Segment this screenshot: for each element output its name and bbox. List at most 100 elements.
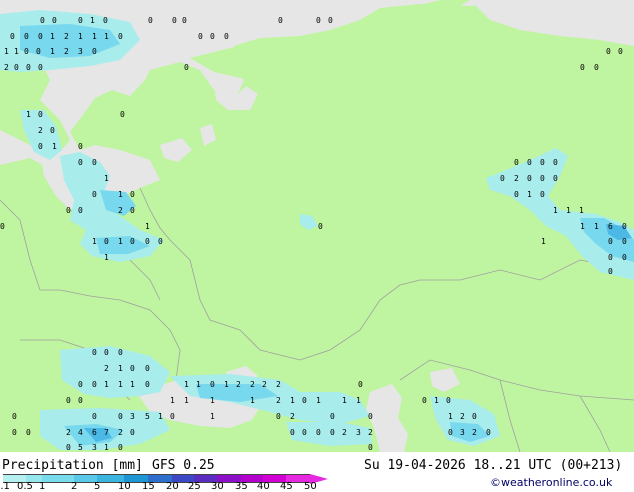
precip-value-label: 1 — [52, 142, 57, 151]
color-scale-segment — [42, 474, 74, 483]
precip-value-label: 0 — [318, 222, 323, 231]
precip-value-label: 1 — [210, 412, 215, 421]
precip-value-label: 0 — [38, 142, 43, 151]
precip-value-label: 0 — [278, 16, 283, 25]
precip-value-label: 0 — [316, 428, 321, 437]
precip-value-label: 1 — [196, 380, 201, 389]
precip-value-label: 0 — [368, 443, 373, 452]
precip-value-label: 1 — [527, 190, 532, 199]
precip-value-label: 0 — [130, 428, 135, 437]
color-scale-tick: 0.5 — [17, 481, 33, 492]
precip-value-label: 1 — [14, 47, 19, 56]
precip-value-label: 1 — [118, 380, 123, 389]
precip-value-label: 2 — [118, 428, 123, 437]
precip-value-label: 3 — [356, 428, 361, 437]
precip-value-label: 2 — [236, 380, 241, 389]
precip-value-label: 2 — [276, 380, 281, 389]
precip-value-label: 0 — [514, 158, 519, 167]
precip-value-label: 0 — [38, 32, 43, 41]
precip-value-label: 0 — [26, 428, 31, 437]
color-scale-tick: 2 — [71, 481, 78, 492]
precip-value-label: 2 — [64, 32, 69, 41]
color-scale-tick: 10 — [118, 481, 131, 492]
precip-value-label: 2 — [514, 174, 519, 183]
precip-value-label: 1 — [104, 443, 109, 452]
precip-value-label: 0 — [540, 174, 545, 183]
precip-value-label: 0 — [527, 158, 532, 167]
precip-value-label: 2 — [262, 380, 267, 389]
precip-value-label: 0 — [118, 412, 123, 421]
precip-value-label: 1 — [290, 396, 295, 405]
precip-value-label: 1 — [356, 396, 361, 405]
precip-value-label: 0 — [358, 380, 363, 389]
color-scale-tick: 45 — [280, 481, 293, 492]
precip-value-label: 0 — [527, 174, 532, 183]
precip-value-label: 1 — [250, 396, 255, 405]
precip-value-label: 0 — [130, 190, 135, 199]
precip-value-label: 0 — [328, 16, 333, 25]
precip-value-label: 1 — [92, 32, 97, 41]
precip-value-label: 0 — [118, 348, 123, 357]
precip-value-label: 1 — [118, 190, 123, 199]
precip-value-label: 1 — [130, 380, 135, 389]
forecast-map: 0 0 0 1 0 0 0 0 0 0 00 0 0 1 2 1 1 1 0 0 0 01 1 0 0 1 2 3 0 0 02 0 0 0 0 0 0… — [0, 0, 634, 452]
precip-value-label: 0 — [158, 237, 163, 246]
precip-value-label: 0 — [276, 412, 281, 421]
precip-value-label: 0 — [622, 237, 627, 246]
precip-value-label: 2 — [472, 428, 477, 437]
precip-value-label: 2 — [368, 428, 373, 437]
precip-value-label: 1 — [434, 396, 439, 405]
precip-value-label: 1 — [170, 396, 175, 405]
precip-value-label: 1 — [566, 206, 571, 215]
precip-value-label: 0 — [50, 126, 55, 135]
precip-value-label: 0 — [446, 396, 451, 405]
precip-value-label: 0 — [40, 16, 45, 25]
precip-value-label: 0 — [78, 142, 83, 151]
precip-value-label: 0 — [553, 158, 558, 167]
precip-value-label: 0 — [145, 380, 150, 389]
precip-value-label: 0 — [145, 364, 150, 373]
precip-value-label: 1 — [78, 32, 83, 41]
precip-value-label: 0 — [14, 63, 19, 72]
model-label: GFS 0.25 — [152, 458, 215, 473]
precip-value-label: 0 — [553, 174, 558, 183]
precip-value-label: 2 — [4, 63, 9, 72]
precip-value-label: 0 — [66, 206, 71, 215]
precip-value-label: 2 — [104, 364, 109, 373]
precip-value-label: 0 — [172, 16, 177, 25]
precip-value-label: 1 — [224, 380, 229, 389]
precip-value-label: 0 — [182, 16, 187, 25]
precip-value-label: 0 — [92, 348, 97, 357]
precip-value-label: 0 — [92, 380, 97, 389]
precip-value-label: 0 — [118, 32, 123, 41]
precip-value-label: 4 — [78, 428, 83, 437]
color-scale-tick: 50 — [304, 481, 317, 492]
precip-value-label: 0 — [78, 396, 83, 405]
precip-value-label: 0 — [618, 47, 623, 56]
precip-value-label: 5 — [78, 443, 83, 452]
precip-value-label: 1 — [184, 396, 189, 405]
precip-value-label: 0 — [130, 206, 135, 215]
precip-value-label: 0 — [500, 174, 505, 183]
precip-value-label: 1 — [541, 237, 546, 246]
precip-value-label: 0 — [92, 412, 97, 421]
precip-value-label: 6 — [608, 222, 613, 231]
precip-value-label: 0 — [24, 32, 29, 41]
precip-value-label: 0 — [78, 158, 83, 167]
precip-value-label: 1 — [50, 32, 55, 41]
forecast-datetime: Su 19-04-2026 18..21 UTC (00+213) — [364, 458, 623, 473]
precip-value-label: 0 — [26, 63, 31, 72]
precip-value-label: 3 — [460, 428, 465, 437]
precip-value-label: 0 — [448, 428, 453, 437]
precip-value-label: 0 — [78, 380, 83, 389]
precip-value-label: 0 — [184, 63, 189, 72]
precip-value-label: 0 — [472, 412, 477, 421]
precip-value-label: 2 — [118, 206, 123, 215]
precip-value-label: 0 — [580, 63, 585, 72]
precip-value-label: 0 — [594, 63, 599, 72]
precip-value-label: 0 — [302, 428, 307, 437]
precip-value-label: 0 — [92, 190, 97, 199]
precip-value-label: 0 — [514, 190, 519, 199]
precip-value-label: 1 — [104, 174, 109, 183]
precip-value-label: 0 — [224, 32, 229, 41]
